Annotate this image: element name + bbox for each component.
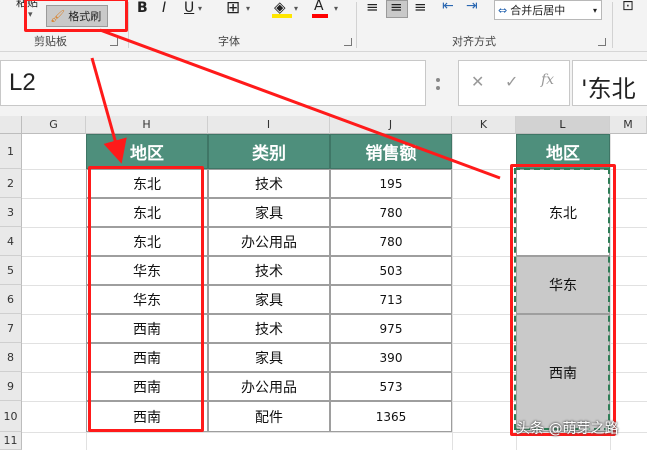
arrow-to-target-icon [99,28,501,180]
arrow-to-source-icon [90,57,127,164]
annotation-arrows [90,28,501,180]
watermark: 头条 @萌芽之路 [516,421,619,437]
